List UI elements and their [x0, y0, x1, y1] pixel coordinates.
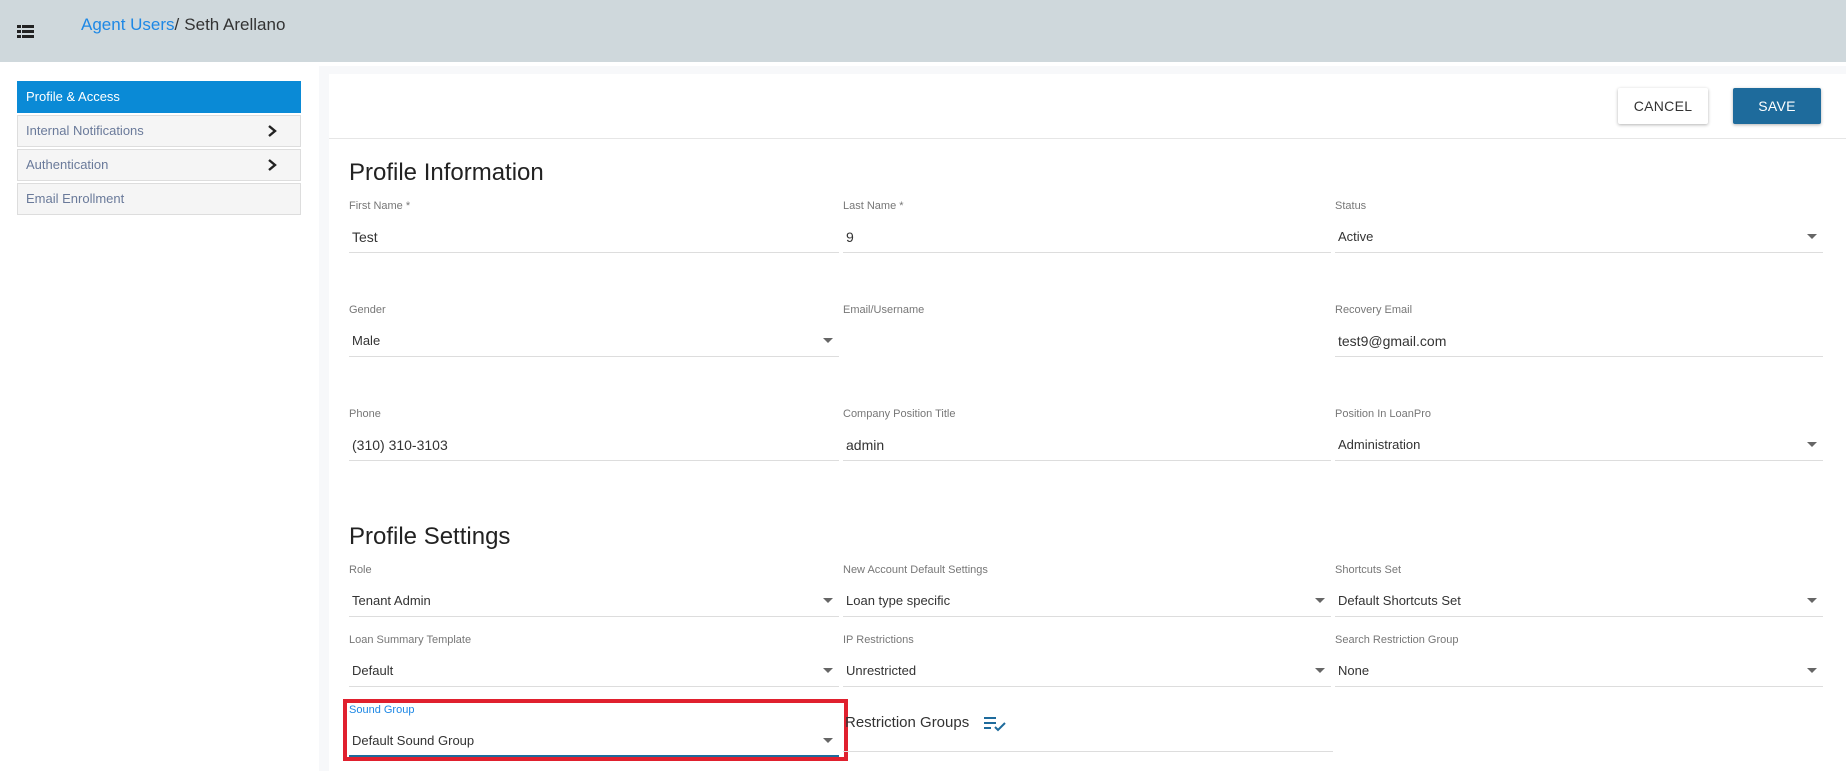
- breadcrumb-current-user: Seth Arellano: [184, 15, 286, 34]
- new-account-defaults-field: New Account Default Settings Loan type s…: [843, 563, 1331, 617]
- recovery-email-field: Recovery Email test9@gmail.com: [1335, 303, 1823, 357]
- caret-down-icon: [1315, 668, 1325, 673]
- sidebar-item-label: Internal Notifications: [26, 123, 144, 138]
- recovery-email-input[interactable]: test9@gmail.com: [1335, 331, 1823, 357]
- ip-restrictions-label: IP Restrictions: [843, 634, 914, 646]
- sidebar-item-label: Profile & Access: [26, 89, 120, 104]
- breadcrumb-separator: /: [174, 15, 180, 34]
- caret-down-icon: [1807, 598, 1817, 603]
- ip-restrictions-field: IP Restrictions Unrestricted: [843, 633, 1331, 687]
- caret-down-icon: [823, 598, 833, 603]
- chevron-right-icon: [268, 125, 277, 137]
- position-loanpro-value: Administration: [1338, 437, 1421, 452]
- loan-summary-template-value: Default: [352, 663, 394, 678]
- first-name-field: First Name * Test: [349, 199, 839, 253]
- first-name-input[interactable]: Test: [349, 227, 839, 253]
- status-label: Status: [1335, 200, 1367, 212]
- save-button[interactable]: SAVE: [1733, 88, 1821, 124]
- first-name-label: First Name *: [349, 200, 411, 212]
- last-name-input[interactable]: 9: [843, 227, 1331, 253]
- last-name-label: Last Name *: [843, 200, 904, 212]
- sidebar: Profile & Access Internal Notifications …: [17, 81, 301, 217]
- shortcuts-set-field: Shortcuts Set Default Shortcuts Set: [1335, 563, 1823, 617]
- search-restriction-group-value: None: [1338, 663, 1370, 678]
- role-field: Role Tenant Admin: [349, 563, 839, 617]
- shortcuts-set-value: Default Shortcuts Set: [1338, 593, 1461, 608]
- cancel-button[interactable]: CANCEL: [1618, 88, 1708, 124]
- status-field: Status Active: [1335, 199, 1823, 253]
- caret-down-icon: [1807, 234, 1817, 239]
- caret-down-icon: [823, 338, 833, 343]
- phone-field: Phone (310) 310-3103: [349, 407, 839, 461]
- loan-summary-template-label: Loan Summary Template: [349, 634, 472, 646]
- new-account-defaults-select[interactable]: Loan type specific: [843, 591, 1331, 617]
- profile-settings-title: Profile Settings: [349, 523, 511, 550]
- gender-value: Male: [352, 333, 381, 348]
- caret-down-icon: [1315, 598, 1325, 603]
- playlist-check-icon[interactable]: [983, 714, 1007, 734]
- role-label: Role: [349, 564, 372, 576]
- sound-group-value: Default Sound Group: [352, 733, 475, 748]
- loan-summary-template-select[interactable]: Default: [349, 661, 839, 687]
- phone-input[interactable]: (310) 310-3103: [349, 435, 839, 461]
- email-field: Email/Username: [843, 303, 1331, 357]
- gender-select[interactable]: Male: [349, 331, 839, 357]
- restriction-groups-label: Restriction Groups: [845, 714, 970, 731]
- ip-restrictions-select[interactable]: Unrestricted: [843, 661, 1331, 687]
- email-input[interactable]: [843, 331, 1331, 357]
- status-value: Active: [1338, 229, 1374, 244]
- sidebar-item-profile-access[interactable]: Profile & Access: [17, 81, 301, 113]
- gender-field: Gender Male: [349, 303, 839, 357]
- role-value: Tenant Admin: [352, 593, 431, 608]
- caret-down-icon: [823, 738, 833, 743]
- position-loanpro-field: Position In LoanPro Administration: [1335, 407, 1823, 461]
- sound-group-select[interactable]: Default Sound Group: [349, 731, 839, 757]
- email-label: Email/Username: [843, 304, 925, 316]
- search-restriction-group-label: Search Restriction Group: [1335, 634, 1459, 646]
- caret-down-icon: [823, 668, 833, 673]
- shortcuts-set-label: Shortcuts Set: [1335, 564, 1402, 576]
- restriction-groups-field[interactable]: Restriction Groups: [843, 712, 1333, 752]
- recovery-email-label: Recovery Email: [1335, 304, 1413, 316]
- chevron-right-icon: [268, 159, 277, 171]
- company-position-input[interactable]: admin: [843, 435, 1331, 461]
- loan-summary-template-field: Loan Summary Template Default: [349, 633, 839, 687]
- search-restriction-group-select[interactable]: None: [1335, 661, 1823, 687]
- ip-restrictions-value: Unrestricted: [846, 663, 917, 678]
- breadcrumb-agent-users-link[interactable]: Agent Users: [81, 15, 175, 34]
- new-account-defaults-label: New Account Default Settings: [843, 564, 988, 576]
- sidebar-item-internal-notifications[interactable]: Internal Notifications: [17, 115, 301, 147]
- caret-down-icon: [1807, 668, 1817, 673]
- sidebar-item-label: Email Enrollment: [26, 191, 125, 206]
- status-select[interactable]: Active: [1335, 227, 1823, 253]
- breadcrumb: Agent Users/Seth Arellano: [81, 15, 285, 35]
- top-bar: Agent Users/Seth Arellano: [0, 0, 1846, 62]
- list-menu-icon[interactable]: [17, 25, 34, 38]
- position-loanpro-label: Position In LoanPro: [1335, 408, 1432, 420]
- shortcuts-set-select[interactable]: Default Shortcuts Set: [1335, 591, 1823, 617]
- phone-label: Phone: [349, 408, 381, 420]
- last-name-field: Last Name * 9: [843, 199, 1331, 253]
- caret-down-icon: [1807, 442, 1817, 447]
- gender-label: Gender: [349, 304, 386, 316]
- role-select[interactable]: Tenant Admin: [349, 591, 839, 617]
- sound-group-field: Sound Group Default Sound Group: [349, 703, 839, 757]
- sidebar-item-email-enrollment[interactable]: Email Enrollment: [17, 183, 301, 215]
- position-loanpro-select[interactable]: Administration: [1335, 435, 1823, 461]
- search-restriction-group-field: Search Restriction Group None: [1335, 633, 1823, 687]
- sound-group-label: Sound Group: [349, 704, 415, 716]
- new-account-defaults-value: Loan type specific: [846, 593, 951, 608]
- sidebar-item-authentication[interactable]: Authentication: [17, 149, 301, 181]
- company-position-field: Company Position Title admin: [843, 407, 1331, 461]
- sidebar-item-label: Authentication: [26, 157, 109, 172]
- profile-information-title: Profile Information: [349, 159, 544, 186]
- company-position-label: Company Position Title: [843, 408, 956, 420]
